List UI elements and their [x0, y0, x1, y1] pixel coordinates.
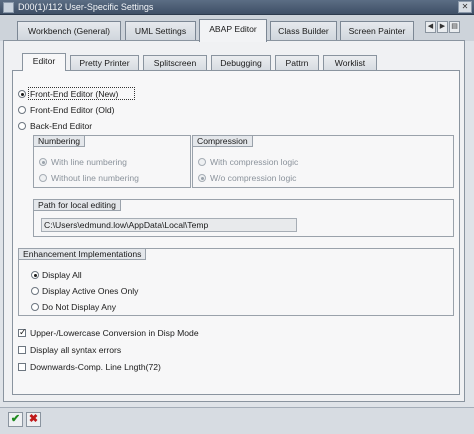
radio-front-end-old[interactable]	[18, 106, 26, 114]
close-button[interactable]: ✕	[458, 1, 472, 13]
title-bar: D00(1)/112 User-Specific Settings ✕	[0, 0, 474, 15]
tab-scroll-left-icon[interactable]: ◀	[425, 21, 436, 33]
tab-abap-editor[interactable]: ABAP Editor	[199, 19, 267, 42]
subtab-editor[interactable]: Editor	[22, 53, 66, 71]
numbering-group: Numbering With line numbering Without li…	[33, 135, 191, 188]
checkbox-downwards-comp[interactable]	[18, 363, 26, 371]
subtab-pattrn[interactable]: Pattrn	[275, 55, 319, 70]
top-tab-row: Workbench (General) UML Settings ABAP Ed…	[0, 15, 474, 42]
tab-list-icon[interactable]: ▤	[449, 21, 460, 33]
tab-label: Class Builder	[278, 26, 329, 36]
radio-label: Without line numbering	[51, 173, 139, 183]
tab-label: Workbench (General)	[28, 26, 110, 36]
radio-display-all[interactable]	[31, 271, 39, 279]
window-title: D00(1)/112 User-Specific Settings	[18, 2, 154, 12]
radio-with-compression[interactable]	[198, 158, 206, 166]
group-title: Numbering	[34, 136, 86, 147]
tab-scroll-right-icon[interactable]: ▶	[437, 21, 448, 33]
radio-front-end-new[interactable]	[18, 90, 26, 98]
subtab-splitscreen[interactable]: Splitscreen	[143, 55, 207, 70]
radio-label: W/o compression logic	[210, 173, 297, 183]
local-path-group: Path for local editing C:\Users\edmund.l…	[33, 199, 454, 237]
radio-label[interactable]: Back-End Editor	[30, 121, 92, 131]
cancel-x-icon[interactable]: ✖	[26, 412, 41, 427]
subtab-label: Worklist	[334, 58, 366, 68]
subtab-label: Splitscreen	[153, 58, 197, 68]
confirm-checkmark-icon[interactable]: ✔	[8, 412, 23, 427]
radio-without-compression[interactable]	[198, 174, 206, 182]
radio-do-not-display[interactable]	[31, 303, 39, 311]
tab-uml-settings[interactable]: UML Settings	[125, 21, 196, 41]
subtab-debugging[interactable]: Debugging	[211, 55, 271, 70]
local-path-field[interactable]: C:\Users\edmund.low\AppData\Local\Temp	[41, 218, 297, 232]
sap-window-icon	[3, 2, 14, 13]
radio-label[interactable]: Front-End Editor (Old)	[30, 105, 115, 115]
enhancement-group: Enhancement Implementations Display All …	[18, 248, 454, 316]
radio-label[interactable]: Do Not Display Any	[42, 302, 116, 312]
subtab-label: Pretty Printer	[79, 58, 130, 68]
subtab-pretty-printer[interactable]: Pretty Printer	[70, 55, 139, 70]
tab-label: UML Settings	[134, 26, 187, 36]
footer-bar: ✔ ✖	[0, 407, 474, 434]
subtab-label: Debugging	[220, 58, 262, 68]
subtab-worklist[interactable]: Worklist	[323, 55, 377, 70]
tab-label: Screen Painter	[348, 26, 406, 36]
group-title: Path for local editing	[34, 200, 121, 211]
compression-group: Compression With compression logic W/o c…	[192, 135, 454, 188]
tab-workbench-general[interactable]: Workbench (General)	[17, 21, 121, 41]
radio-label[interactable]: Front-End Editor (New)	[30, 89, 118, 99]
radio-label: With line numbering	[51, 157, 127, 167]
checkbox-label[interactable]: Display all syntax errors	[30, 345, 121, 355]
group-title: Enhancement Implementations	[19, 249, 147, 260]
subtab-label: Editor	[32, 56, 56, 66]
checkbox-syntax-errors[interactable]	[18, 346, 26, 354]
tab-class-builder[interactable]: Class Builder	[270, 21, 337, 41]
tab-screen-painter[interactable]: Screen Painter	[340, 21, 414, 41]
radio-label[interactable]: Display All	[42, 270, 82, 280]
radio-label[interactable]: Display Active Ones Only	[42, 286, 138, 296]
checkbox-upper-lowercase[interactable]	[18, 327, 27, 338]
checkbox-label[interactable]: Downwards-Comp. Line Lngth(72)	[30, 362, 161, 372]
tab-label: ABAP Editor	[209, 24, 257, 34]
radio-display-active-only[interactable]	[31, 287, 39, 295]
radio-label: With compression logic	[210, 157, 299, 167]
abap-editor-panel: Editor Pretty Printer Splitscreen Debugg…	[3, 40, 465, 402]
radio-back-end[interactable]	[18, 122, 26, 130]
editor-settings-area: Front-End Editor (New) Front-End Editor …	[12, 70, 460, 395]
group-title: Compression	[193, 136, 253, 147]
radio-with-line-numbering[interactable]	[39, 158, 47, 166]
checkbox-label[interactable]: Upper-/Lowercase Conversion in Disp Mode	[30, 328, 199, 338]
subtab-label: Pattrn	[285, 58, 309, 68]
radio-without-line-numbering[interactable]	[39, 174, 47, 182]
